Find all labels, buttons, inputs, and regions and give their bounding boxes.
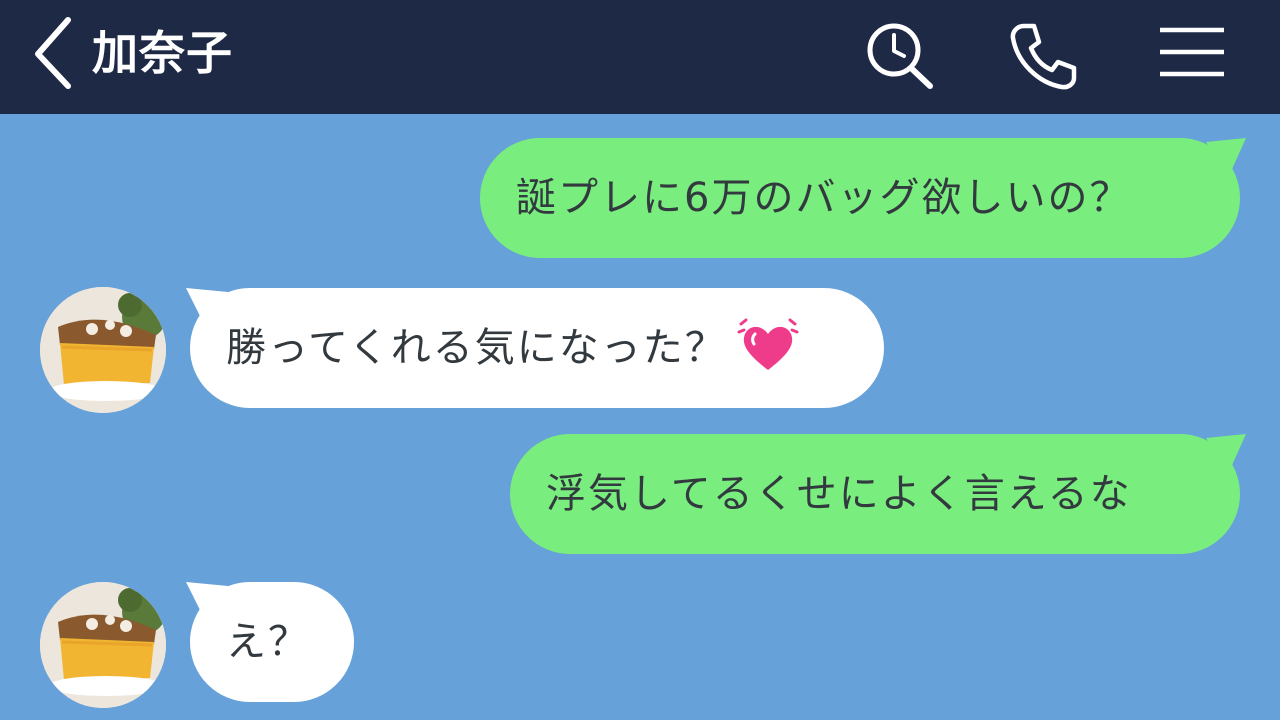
received-message-bubble[interactable]: 勝ってくれる気になった？ (190, 288, 884, 408)
beating-heart-icon (737, 318, 799, 370)
sent-message-bubble[interactable]: 浮気してるくせによく言えるな (510, 434, 1240, 554)
avatar[interactable] (40, 287, 166, 413)
search-history-icon (867, 23, 933, 89)
back-chevron-icon (35, 17, 71, 89)
back-button[interactable] (28, 14, 82, 90)
search-button[interactable] (862, 18, 938, 94)
cake-photo-icon (40, 287, 166, 413)
cake-photo-icon (40, 582, 166, 708)
chat-header: 加奈子 (0, 0, 1280, 114)
message-text: 誕プレに6万のバッグ欲しいの？ (516, 175, 1132, 221)
received-message-bubble[interactable]: え？ (190, 582, 354, 702)
menu-button[interactable] (1154, 18, 1230, 94)
avatar[interactable] (40, 582, 166, 708)
phone-icon (1010, 23, 1077, 90)
message-text: 浮気してるくせによく言えるな (546, 471, 1132, 517)
hamburger-menu-icon (1160, 27, 1224, 77)
contact-name: 加奈子 (92, 26, 233, 80)
message-text: 勝ってくれる気になった？ (226, 325, 727, 371)
call-button[interactable] (1004, 18, 1080, 94)
message-text: え？ (226, 619, 310, 665)
sent-message-bubble[interactable]: 誕プレに6万のバッグ欲しいの？ (480, 138, 1240, 258)
